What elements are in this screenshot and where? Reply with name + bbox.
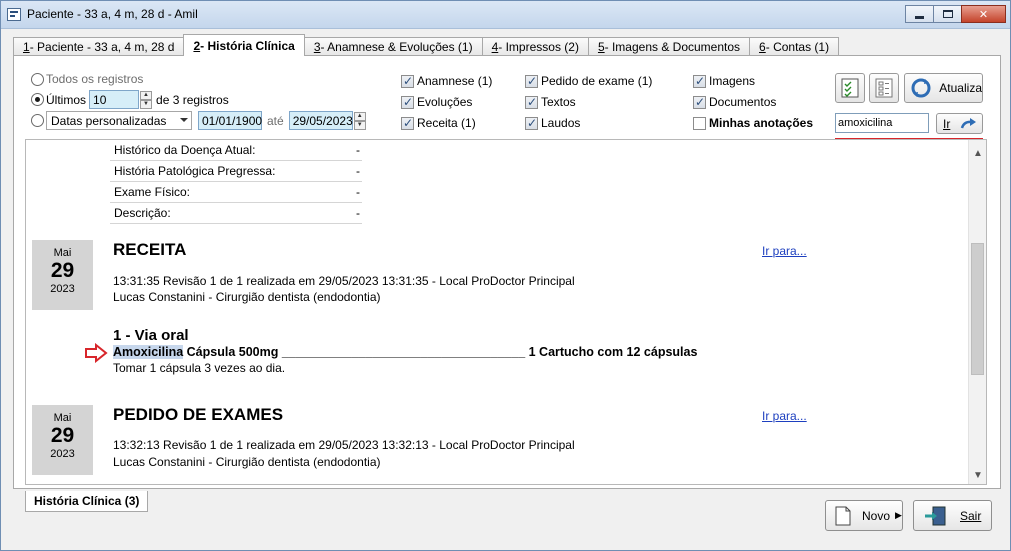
checklist-icon: [841, 78, 859, 98]
filter-custom-option[interactable]: Datas personalizadas 01/01/1900 até 29/0…: [31, 111, 366, 130]
radio-last[interactable]: [31, 93, 44, 106]
radio-custom[interactable]: [31, 114, 44, 127]
check-textos[interactable]: Textos: [525, 95, 576, 109]
tab-historia-clinica[interactable]: 2 - História Clínica: [183, 34, 305, 56]
custom-dates-select[interactable]: Datas personalizadas: [46, 111, 192, 130]
maximize-icon: [942, 10, 953, 18]
chevron-up-icon[interactable]: ▲: [140, 90, 153, 100]
chevron-down-icon: [180, 118, 188, 122]
exit-button[interactable]: Sair: [913, 500, 992, 531]
date-to-input[interactable]: 29/05/2023: [288, 111, 353, 130]
goto-link-receita[interactable]: Ir para...: [762, 244, 807, 258]
date-from-input[interactable]: 01/01/1900: [198, 111, 262, 130]
record-meta: 13:32:13 Revisão 1 de 1 realizada em 29/…: [113, 438, 575, 452]
date-to-stepper[interactable]: ▲ ▼: [353, 111, 366, 130]
check-evolucoes[interactable]: Evoluções: [401, 95, 472, 109]
tab-anamnese[interactable]: 3 - Anamnese & Evoluções (1): [303, 37, 483, 56]
history-content: Histórico da Doença Atual: - História Pat…: [25, 139, 987, 485]
maximize-button[interactable]: [933, 5, 962, 23]
check-pedido[interactable]: Pedido de exame (1): [525, 74, 652, 88]
check-laudos[interactable]: Laudos: [525, 116, 580, 130]
field-row: Descrição: -: [110, 203, 362, 224]
check-documentos[interactable]: Documentos: [693, 95, 776, 109]
chevron-up-icon[interactable]: ▲: [973, 148, 983, 159]
section-title-pedido: PEDIDO DE EXAMES: [113, 405, 284, 424]
chevron-down-icon[interactable]: ▼: [973, 470, 983, 481]
check-minhas-anotacoes[interactable]: Minhas anotações: [693, 116, 813, 130]
last-count-input[interactable]: 10: [89, 90, 140, 109]
field-row: Exame Físico: -: [110, 182, 362, 203]
minimize-button[interactable]: [905, 5, 934, 23]
radio-all[interactable]: [31, 72, 44, 86]
new-document-icon: [835, 506, 851, 525]
title-bar: Paciente - 33 a, 4 m, 28 d - Amil ✕: [1, 1, 1010, 29]
check-anamnese[interactable]: Anamnese (1): [401, 74, 492, 88]
last-count-stepper[interactable]: ▲ ▼: [140, 90, 153, 109]
list-icon: [875, 78, 893, 98]
record-meta: 13:31:35 Revisão 1 de 1 realizada em 29/…: [113, 274, 575, 288]
close-icon: ✕: [978, 8, 989, 21]
chevron-up-icon[interactable]: ▲: [353, 111, 366, 121]
drug-highlight: Amoxicilina: [113, 345, 184, 359]
close-button[interactable]: ✕: [961, 5, 1006, 23]
tab-paciente[interactable]: 1 - Paciente - 33 a, 4 m, 28 d: [13, 37, 185, 56]
annotation-arrow-right-icon: [85, 343, 108, 363]
app-window: Paciente - 33 a, 4 m, 28 d - Amil ✕ 1 - …: [0, 0, 1011, 551]
drug-instructions: Tomar 1 cápsula 3 vezes ao dia.: [113, 361, 286, 375]
check-all-button[interactable]: [835, 73, 865, 103]
app-icon: [7, 8, 21, 21]
date-badge: Mai 29 2023: [32, 240, 93, 310]
refresh-icon: [911, 78, 931, 98]
tab-impressos[interactable]: 4 - Impressos (2): [481, 37, 589, 56]
check-imagens[interactable]: Imagens: [693, 74, 755, 88]
refresh-button[interactable]: Atualiza: [904, 73, 983, 103]
chevron-down-icon[interactable]: ▼: [353, 120, 366, 130]
filter-all-option[interactable]: Todos os registros: [31, 72, 143, 86]
record-doctor: Lucas Constanini - Cirurgião dentista (e…: [113, 290, 381, 304]
chevron-down-icon[interactable]: ▼: [140, 99, 153, 109]
bottom-tab-historia[interactable]: História Clínica (3): [25, 491, 149, 512]
window-title: Paciente - 33 a, 4 m, 28 d - Amil: [27, 7, 198, 21]
exit-door-icon: [925, 506, 946, 525]
scrollbar-thumb[interactable]: [971, 243, 984, 375]
drug-line: Amoxicilina Cápsula 500mg ______________…: [113, 345, 698, 359]
goto-link-pedido[interactable]: Ir para...: [762, 409, 807, 423]
route-title: 1 - Via oral: [113, 327, 189, 344]
tab-contas[interactable]: 6 - Contas (1): [749, 37, 840, 56]
minimize-icon: [915, 15, 924, 19]
tab-imagens[interactable]: 5 - Imagens & Documentos: [587, 37, 751, 56]
check-receita[interactable]: Receita (1): [401, 116, 476, 130]
arrow-right-icon: [961, 117, 977, 128]
field-row: História Patológica Pregressa: -: [110, 161, 362, 182]
chevron-right-icon: ▶: [895, 510, 902, 520]
search-input[interactable]: amoxicilina: [835, 113, 929, 133]
filter-last-option[interactable]: Últimos 10 ▲ ▼ de 3 registros: [31, 90, 229, 109]
tab-bar: 1 - Paciente - 33 a, 4 m, 28 d 2 - Histó…: [13, 34, 840, 56]
field-row: Histórico da Doença Atual: -: [110, 140, 362, 161]
vertical-scrollbar[interactable]: ▲ ▼: [968, 140, 986, 484]
uncheck-all-button[interactable]: [869, 73, 899, 103]
section-title-receita: RECEITA: [113, 240, 187, 259]
record-doctor: Lucas Constanini - Cirurgião dentista (e…: [113, 455, 381, 469]
window-controls: ✕: [905, 5, 1006, 23]
go-button[interactable]: Ir: [936, 113, 983, 134]
new-button[interactable]: Novo ▶: [825, 500, 903, 531]
date-badge: Mai 29 2023: [32, 405, 93, 475]
